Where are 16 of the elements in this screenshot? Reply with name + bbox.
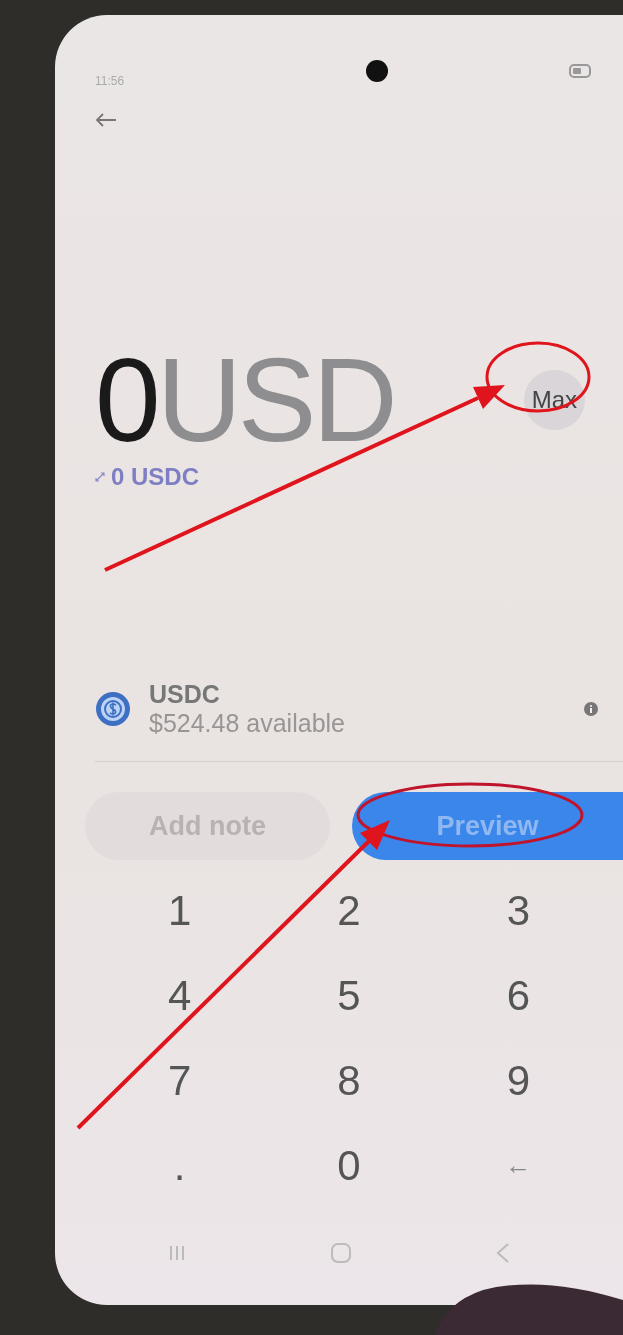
keypad-key[interactable]: 2 [264, 868, 434, 953]
keypad-key[interactable]: 9 [433, 1038, 603, 1123]
keypad-key[interactable]: 3 [433, 868, 603, 953]
keypad-key[interactable]: 6 [433, 953, 603, 1038]
status-time: 11:56 [95, 74, 125, 88]
keypad-key[interactable]: 7 [95, 1038, 265, 1123]
converted-amount: 0 USDC [111, 463, 200, 491]
asset-name: USDC [149, 680, 221, 709]
keypad-key[interactable]: . [95, 1123, 265, 1208]
keypad-key[interactable]: 4 [95, 953, 265, 1038]
keypad-key[interactable]: 8 [264, 1038, 434, 1123]
keypad-key[interactable]: 0 [264, 1123, 434, 1208]
available-balance: $524.48 available [149, 709, 346, 738]
keypad-key[interactable]: 5 [264, 953, 434, 1038]
amount-display: 0USD [95, 345, 394, 455]
keypad-key[interactable]: 1 [95, 868, 265, 953]
